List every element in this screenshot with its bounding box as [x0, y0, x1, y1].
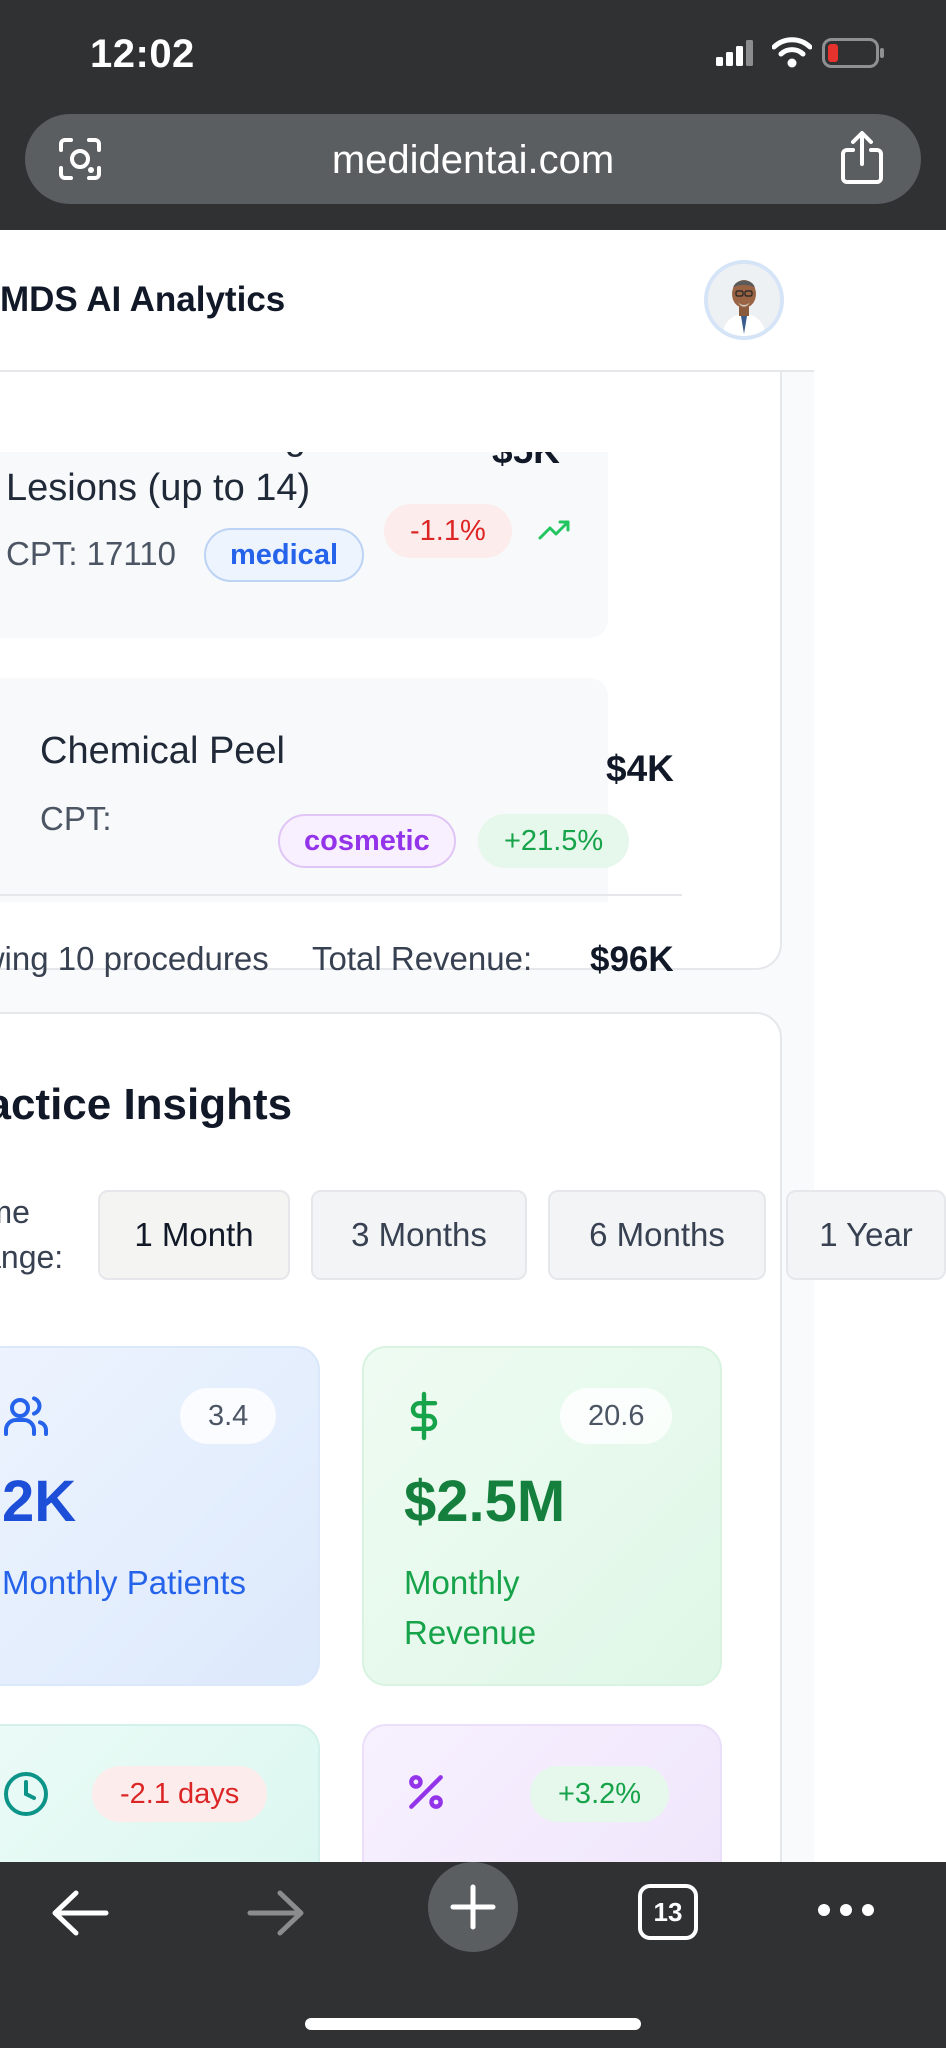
- procedure-item[interactable]: Chemical Peel CPT: cosmetic +21.5%: [0, 678, 630, 902]
- category-badge: medical: [204, 528, 364, 582]
- metric-value: 2K: [2, 1469, 77, 1534]
- tabs-count-icon[interactable]: 13: [638, 1884, 698, 1940]
- metric-label: Monthly Patients: [2, 1564, 246, 1601]
- percent-icon: [409, 1775, 443, 1809]
- dollar-icon: [410, 1391, 438, 1441]
- range-3-months-button[interactable]: 3 Months: [311, 1190, 527, 1280]
- home-indicator: [305, 2018, 641, 2030]
- procedure-revenue: $4K: [606, 748, 674, 789]
- range-1-year-button[interactable]: 1 Year: [786, 1190, 946, 1280]
- category-badge: cosmetic: [278, 814, 456, 868]
- metric-value: $2.5M: [404, 1469, 566, 1534]
- change-badge: +21.5%: [478, 814, 630, 868]
- procedure-item[interactable]: Destruction Benign Lesions (up to 14) CP…: [0, 452, 608, 638]
- metric-card-wait-time[interactable]: -2.1 days: [0, 1724, 320, 1862]
- metric-label: Monthly Revenue: [404, 1564, 537, 1651]
- browser-address-area: medidentai.com: [0, 110, 946, 230]
- metric-card-revenue[interactable]: 20.6 $2.5M Monthly Revenue: [362, 1346, 722, 1686]
- metric-change-badge: +3.2%: [530, 1766, 670, 1822]
- app-title: MDS AI Analytics: [0, 280, 286, 319]
- new-tab-button[interactable]: [428, 1862, 518, 1952]
- status-bar: 12:02: [0, 0, 946, 110]
- total-revenue-label: Total Revenue:: [312, 940, 533, 977]
- status-time: 12:02: [90, 32, 195, 76]
- summary-divider: [0, 894, 682, 896]
- trending-up-icon: [538, 520, 570, 540]
- time-range-label: Time Range:: [0, 1194, 64, 1275]
- procedure-revenue: $5K: [492, 452, 560, 472]
- clock-icon: [4, 1772, 48, 1816]
- browser-toolbar: 13: [0, 1862, 946, 2048]
- procedure-cpt: CPT:: [40, 800, 112, 837]
- insights-title: Practice Insights: [0, 1080, 293, 1129]
- metric-card-patients[interactable]: 3.4 2K Monthly Patients: [0, 1346, 320, 1686]
- forward-arrow-icon[interactable]: [246, 1888, 306, 1938]
- wifi-icon: [772, 37, 812, 68]
- users-icon: [4, 1396, 48, 1436]
- procedure-count: Showing 10 procedures: [0, 940, 269, 977]
- metric-change-badge: -2.1 days: [92, 1766, 268, 1822]
- total-revenue-value: $96K: [590, 940, 674, 979]
- procedure-cpt: CPT: 17110: [6, 535, 176, 572]
- procedure-name: Chemical Peel: [40, 730, 285, 772]
- metric-change-badge: 20.6: [560, 1388, 673, 1444]
- address-bar[interactable]: medidentai.com: [25, 114, 921, 204]
- page-viewport[interactable]: Destruction Benign Lesions (up to 14) CP…: [0, 230, 946, 1862]
- share-icon[interactable]: [837, 130, 887, 186]
- procedure-list[interactable]: Destruction Benign Lesions (up to 14) CP…: [0, 452, 682, 902]
- new-tab-plus-icon: [450, 1884, 496, 1930]
- url-text[interactable]: medidentai.com: [25, 138, 921, 183]
- back-arrow-icon[interactable]: [50, 1888, 110, 1938]
- change-badge: -1.1%: [384, 504, 512, 558]
- more-dots-icon[interactable]: [816, 1902, 876, 1918]
- app-header: MDS AI Analytics: [0, 230, 814, 372]
- range-6-months-button[interactable]: 6 Months: [548, 1190, 766, 1280]
- user-avatar[interactable]: [704, 260, 784, 340]
- metric-change-badge: 3.4: [180, 1388, 277, 1444]
- range-1-month-button[interactable]: 1 Month: [98, 1190, 290, 1280]
- doctor-avatar: [708, 264, 780, 336]
- metric-card-percent[interactable]: +3.2%: [362, 1724, 722, 1862]
- battery-low-icon: [822, 38, 884, 68]
- procedure-name: Destruction Benign Lesions (up to 14): [6, 452, 327, 510]
- top-procedures-card: Destruction Benign Lesions (up to 14) CP…: [0, 310, 782, 979]
- cellular-signal-icon: [716, 40, 753, 66]
